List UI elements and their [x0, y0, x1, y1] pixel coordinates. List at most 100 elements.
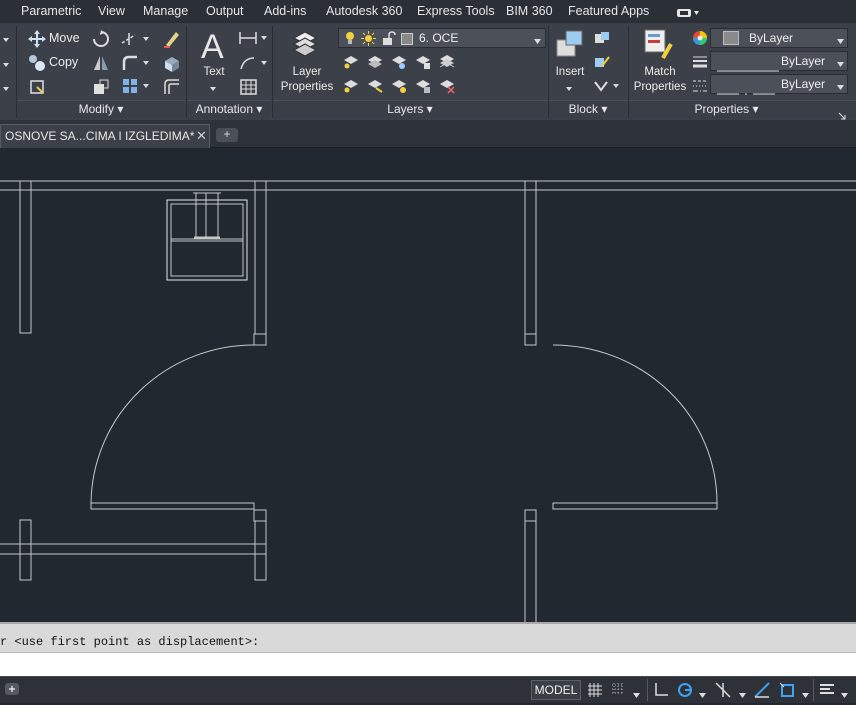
drawing-geometry	[0, 180, 856, 622]
leader-icon[interactable]	[238, 54, 268, 77]
door-leaf-left	[90, 502, 255, 510]
ortho-icon[interactable]	[653, 681, 669, 704]
move-icon[interactable]	[27, 29, 47, 54]
wall-end-cap	[253, 509, 267, 522]
rotate-icon[interactable]	[92, 30, 110, 53]
text-icon[interactable]: A	[199, 28, 229, 69]
snap-icon[interactable]	[610, 681, 628, 704]
properties-panel-title[interactable]: Properties ▾	[629, 102, 824, 118]
block-panel-title[interactable]: Block ▾	[549, 102, 627, 118]
chevron-down-icon[interactable]	[2, 81, 12, 99]
menu-bim-360[interactable]: BIM 360	[506, 4, 553, 18]
chevron-down-icon	[836, 81, 846, 95]
insert-button-label[interactable]: Insert	[551, 65, 589, 79]
layer-tool-icon[interactable]	[438, 54, 456, 75]
layer-tool-icon[interactable]	[414, 78, 432, 99]
offset-icon[interactable]	[162, 78, 182, 101]
chevron-down-icon[interactable]	[2, 32, 12, 50]
layer-properties-label-2[interactable]: Properties	[278, 80, 336, 94]
scale-icon[interactable]	[92, 78, 110, 101]
layer-lock-icon[interactable]	[414, 54, 432, 75]
color-wheel-icon[interactable]	[692, 30, 708, 51]
isodraft-icon[interactable]	[714, 681, 732, 704]
chevron-down-icon[interactable]	[2, 57, 12, 75]
layer-color-swatch-icon	[401, 33, 413, 48]
modify-panel-title[interactable]: Modify ▾	[17, 102, 185, 118]
menu-express-tools[interactable]: Express Tools	[417, 4, 495, 18]
menu-add-ins[interactable]: Add-ins	[264, 4, 306, 18]
customization-menu-icon[interactable]	[818, 681, 838, 704]
layer-tool-icon[interactable]	[438, 78, 456, 99]
chevron-down-icon[interactable]	[801, 687, 811, 705]
document-tab[interactable]: OSNOVE SA...CIMA I IZGLEDIMA* ✕	[0, 124, 210, 148]
grid-icon[interactable]	[587, 681, 603, 704]
copy-icon[interactable]	[27, 53, 47, 78]
insert-block-icon[interactable]	[554, 28, 586, 65]
table-icon[interactable]	[240, 78, 258, 101]
add-layout-icon[interactable]	[4, 682, 20, 701]
document-tab-bar: OSNOVE SA...CIMA I IZGLEDIMA* ✕ +	[0, 120, 856, 148]
new-tab-button[interactable]: +	[216, 128, 238, 142]
menu-view[interactable]: View	[98, 4, 125, 18]
sun-icon	[361, 31, 376, 49]
menu-autodesk-360[interactable]: Autodesk 360	[326, 4, 402, 18]
linetype-icon[interactable]	[692, 78, 708, 99]
chevron-down-icon[interactable]	[632, 687, 642, 705]
color-dropdown[interactable]: ByLayer	[710, 28, 848, 48]
menu-featured-apps[interactable]: Featured Apps	[568, 4, 649, 18]
layer-tool-icon[interactable]	[342, 78, 360, 99]
stretch-icon[interactable]	[28, 78, 46, 101]
menu-parametric[interactable]: Parametric	[21, 4, 81, 18]
chevron-down-icon[interactable]	[738, 687, 748, 705]
layers-panel-title[interactable]: Layers ▾	[273, 102, 547, 118]
model-space-button[interactable]: MODEL	[531, 680, 581, 700]
text-button-label[interactable]: Text	[198, 65, 230, 79]
chevron-down-icon[interactable]	[698, 687, 708, 705]
object-snap-icon[interactable]	[778, 681, 796, 704]
fillet-icon[interactable]	[121, 54, 151, 77]
close-icon[interactable]: ✕	[196, 128, 207, 144]
match-properties-label-1[interactable]: Match	[630, 65, 690, 79]
solid-line-icon	[717, 61, 779, 75]
layer-tool-icon[interactable]	[342, 54, 360, 75]
layer-properties-icon[interactable]	[290, 28, 320, 65]
erase-icon[interactable]	[162, 29, 182, 54]
lineweight-icon[interactable]	[692, 54, 708, 75]
annotation-panel-title[interactable]: Annotation ▾	[187, 102, 271, 118]
layer-tool-icon[interactable]	[390, 54, 408, 75]
mirror-icon[interactable]	[92, 54, 110, 77]
menu-manage[interactable]: Manage	[143, 4, 188, 18]
copy-button[interactable]: Copy	[49, 55, 78, 69]
layer-dropdown[interactable]: 6. OCE	[338, 28, 546, 48]
layer-freeze-icon[interactable]	[390, 78, 408, 99]
trim-icon[interactable]	[121, 31, 151, 52]
workspace-toggle-icon[interactable]	[676, 6, 700, 24]
edit-block-icon[interactable]	[593, 54, 611, 75]
layer-tool-icon[interactable]	[366, 54, 384, 75]
wall-end-cap	[253, 333, 267, 346]
chevron-down-icon[interactable]	[209, 80, 219, 98]
command-input[interactable]	[0, 652, 856, 676]
array-icon[interactable]	[121, 77, 151, 100]
attribute-icon[interactable]	[593, 78, 623, 99]
current-layer-name: 6. OCE	[419, 31, 459, 45]
layer-tool-icon[interactable]	[366, 78, 384, 99]
object-snap-tracking-icon[interactable]	[753, 681, 771, 704]
layer-properties-label-1[interactable]: Layer	[278, 65, 336, 79]
lineweight-dropdown[interactable]: ByLayer	[710, 51, 848, 72]
menu-output[interactable]: Output	[206, 4, 244, 18]
match-properties-label-2[interactable]: Properties	[630, 80, 690, 94]
drawing-canvas[interactable]	[0, 148, 856, 622]
shaft-box-outer	[166, 199, 248, 281]
polar-tracking-icon[interactable]	[676, 681, 694, 704]
create-block-icon[interactable]	[593, 30, 611, 51]
explode-icon[interactable]	[162, 53, 182, 78]
linetype-dropdown[interactable]: ByLayer	[710, 74, 848, 95]
chevron-down-icon[interactable]	[840, 687, 850, 705]
dimension-icon[interactable]	[238, 30, 268, 51]
command-history-line: r <use first point as displacement>:	[0, 635, 260, 649]
chevron-down-icon[interactable]	[565, 80, 575, 98]
match-properties-icon[interactable]	[643, 28, 675, 67]
wall-line-top	[0, 180, 856, 191]
move-button[interactable]: Move	[49, 31, 80, 45]
